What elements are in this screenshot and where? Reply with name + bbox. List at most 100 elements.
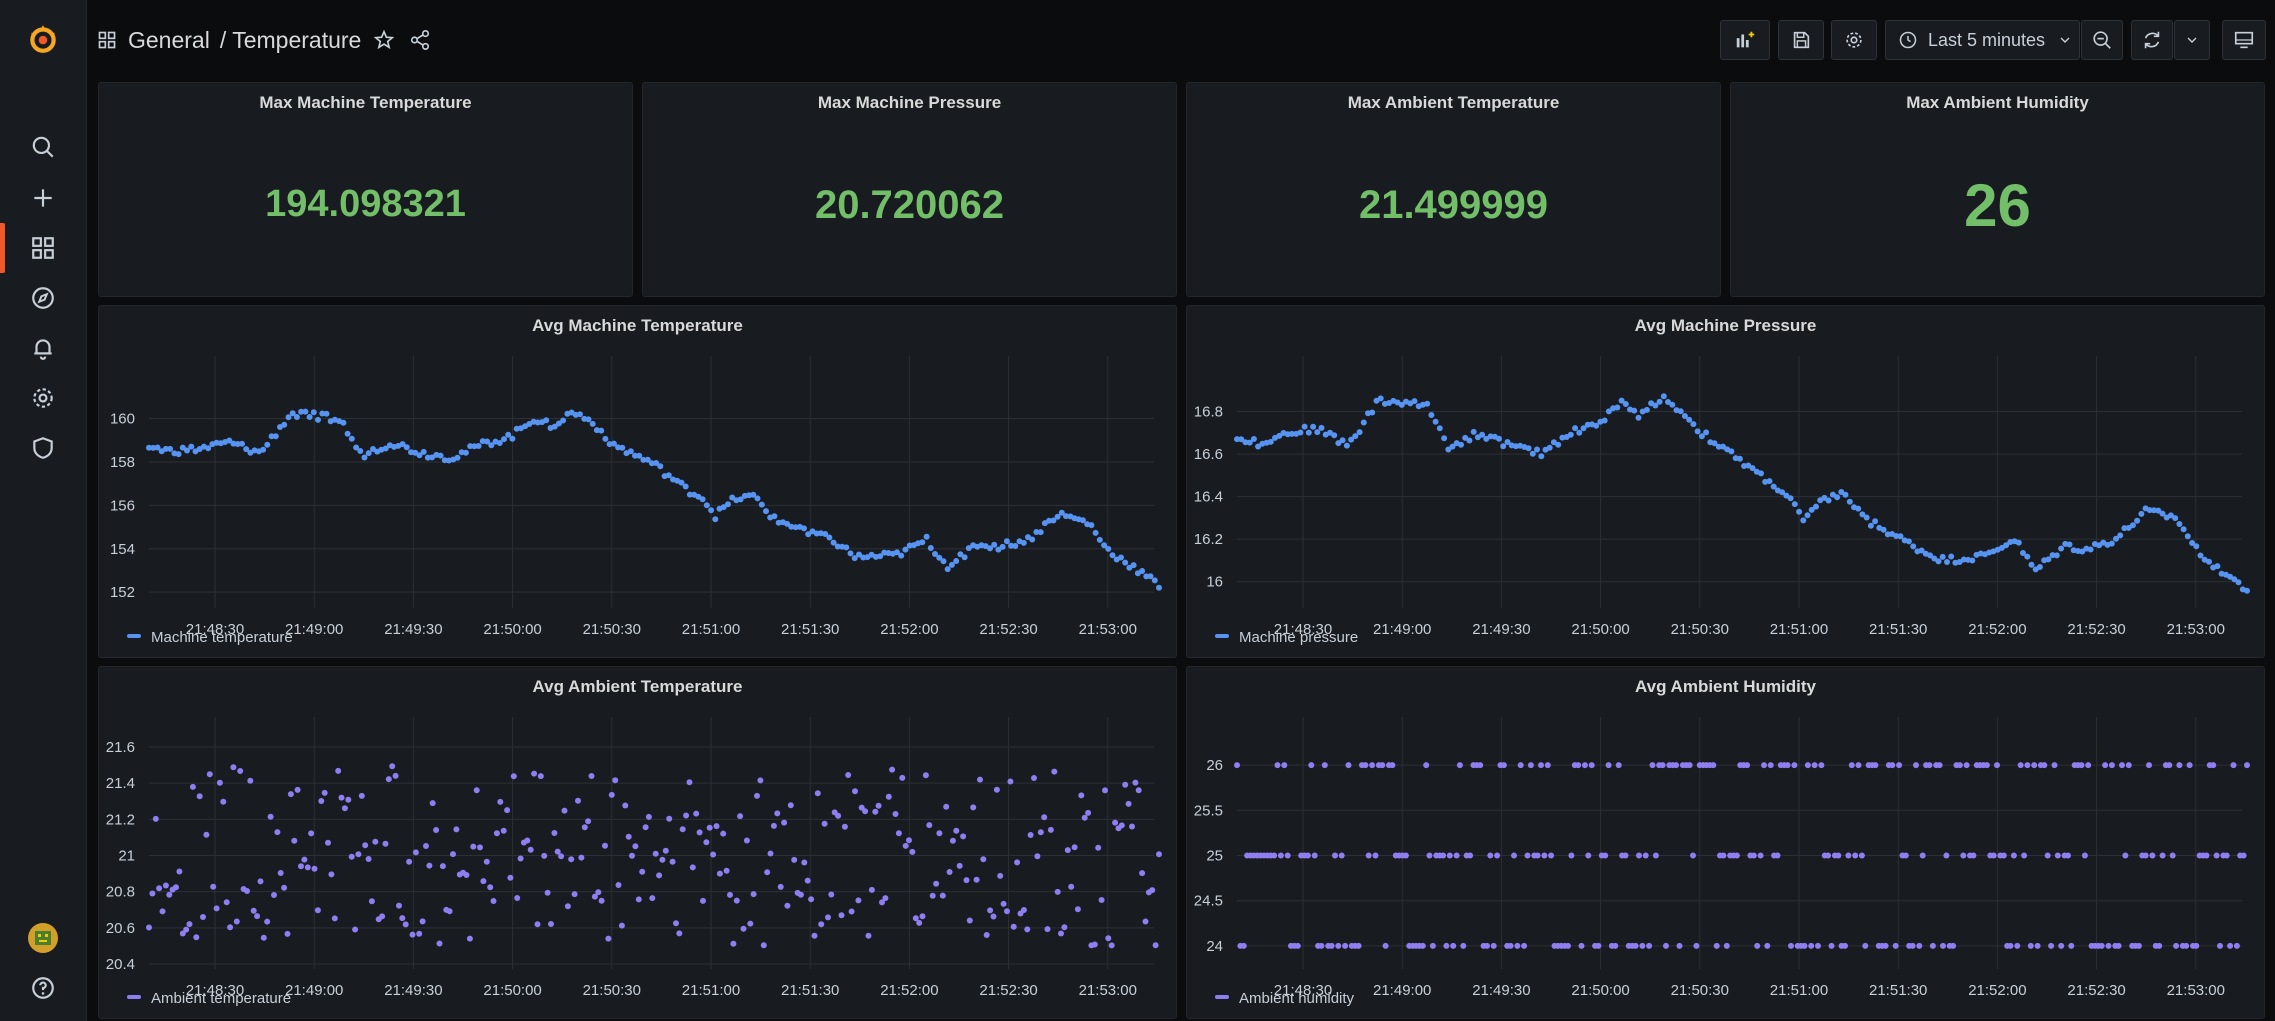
- panel-title: Max Machine Temperature: [259, 93, 472, 112]
- dashboard-title[interactable]: Temperature: [232, 27, 361, 54]
- data-point: [1602, 852, 1609, 859]
- data-point: [175, 451, 182, 458]
- data-point: [946, 869, 953, 875]
- x-tick-label: 21:52:00: [880, 982, 938, 999]
- data-point: [2051, 762, 2058, 769]
- search-icon[interactable]: [18, 122, 68, 172]
- data-point: [466, 935, 473, 942]
- data-point: [1362, 762, 1369, 769]
- tv-mode-button[interactable]: [2222, 20, 2266, 60]
- data-point: [1673, 762, 1680, 769]
- refresh-button[interactable]: [2131, 20, 2173, 60]
- data-point: [1135, 787, 1142, 794]
- data-point: [470, 843, 477, 850]
- data-point: [450, 851, 456, 858]
- timeseries-panel-avg-machine-pressure[interactable]: Avg Machine Pressure 16.8 16.6 16.4 16.2 16 2…: [1186, 305, 2265, 658]
- stat-panel-max-ambient-temperature[interactable]: Max Ambient Temperature 21.499999: [1186, 82, 1721, 297]
- chart-avg-ambient-temperature[interactable]: 21.621.421.22120.820.620.421:48:30 21:49:…: [99, 667, 1177, 1019]
- compass-icon[interactable]: [18, 273, 68, 323]
- data-point: [1088, 522, 1095, 529]
- breadcrumb-folder[interactable]: General: [128, 27, 210, 54]
- data-point: [585, 818, 592, 825]
- data-point: [1852, 852, 1859, 859]
- data-point: [804, 877, 811, 884]
- data-point: [277, 870, 284, 876]
- data-point: [1487, 852, 1494, 859]
- timeseries-panel-avg-ambient-temperature[interactable]: Avg Ambient Temperature 21.6 21.4 21.2 21 20…: [98, 666, 1177, 1019]
- data-point: [1677, 408, 1684, 415]
- data-point: [1693, 942, 1700, 949]
- data-point: [357, 448, 364, 454]
- legend-label: Ambient humidity: [1239, 990, 1355, 1007]
- x-tick-label: 21:50:30: [1671, 982, 1729, 999]
- chevron-down-icon: [2187, 37, 2197, 43]
- timeseries-panel-avg-ambient-humidity[interactable]: Avg Ambient Humidity 26 25.5 25 24.5 24 21:48…: [1186, 666, 2265, 1019]
- x-tick-label: 21:51:30: [1869, 982, 1927, 999]
- data-point: [708, 507, 715, 514]
- stat-panel-max-machine-temperature[interactable]: Max Machine Temperature 194.098321: [98, 82, 633, 297]
- chart-avg-ambient-humidity[interactable]: 2625.52524.52421:48:30 21:49:00 21:49:30 21…: [1187, 667, 2265, 1019]
- refresh-interval-dropdown[interactable]: [2174, 20, 2210, 60]
- plus-icon[interactable]: [18, 173, 68, 223]
- user-avatar[interactable]: [18, 913, 68, 963]
- y-tick-label: 21.4: [106, 775, 135, 792]
- time-range-picker[interactable]: Last 5 minutes: [1885, 20, 2080, 60]
- data-point: [770, 822, 777, 829]
- data-point: [287, 791, 294, 798]
- data-point: [1902, 852, 1909, 859]
- data-point: [645, 813, 652, 820]
- data-point: [2021, 852, 2028, 859]
- data-point: [462, 449, 469, 456]
- chart-avg-machine-temperature[interactable]: 16015815615415221:48:30 21:49:00 21:49:30 2…: [99, 306, 1177, 658]
- data-point: [882, 895, 889, 902]
- dashboard-settings-button[interactable]: [1831, 20, 1877, 60]
- share-icon[interactable]: [409, 29, 431, 51]
- stat-panel-max-ambient-humidity[interactable]: Max Ambient Humidity 26: [1730, 82, 2265, 297]
- data-point: [1855, 762, 1862, 769]
- dashboards-grid-icon[interactable]: [18, 223, 68, 273]
- data-point: [818, 921, 825, 928]
- save-dashboard-button[interactable]: [1778, 20, 1824, 60]
- data-point: [2045, 556, 2052, 563]
- data-point: [1240, 942, 1247, 949]
- stat-value: 26: [1964, 172, 2031, 239]
- question-icon[interactable]: [18, 963, 68, 1013]
- stat-panel-max-machine-pressure[interactable]: Max Machine Pressure 20.720062: [642, 82, 1177, 297]
- data-point: [656, 872, 663, 879]
- data-point: [1130, 562, 1137, 569]
- data-point: [627, 448, 634, 455]
- data-point: [2134, 517, 2141, 524]
- data-point: [2014, 942, 2021, 949]
- data-point: [1796, 508, 1803, 515]
- data-point: [1889, 762, 1896, 769]
- data-point: [308, 830, 315, 837]
- grafana-logo[interactable]: [18, 14, 68, 64]
- data-point: [777, 883, 784, 890]
- data-point: [293, 414, 300, 420]
- data-point: [250, 907, 257, 914]
- data-point: [1791, 762, 1798, 769]
- data-point: [399, 915, 406, 922]
- data-point: [585, 416, 592, 423]
- data-point: [1122, 781, 1129, 788]
- add-panel-button[interactable]: [1720, 20, 1770, 60]
- data-point: [382, 840, 389, 847]
- data-point: [1517, 762, 1524, 769]
- zoom-out-button[interactable]: [2081, 20, 2123, 60]
- chart-avg-machine-pressure[interactable]: 16.816.616.416.21621:48:30 21:49:00 21:49:…: [1187, 306, 2265, 658]
- data-point: [1588, 762, 1595, 769]
- data-point: [1058, 930, 1064, 937]
- data-point: [403, 444, 410, 451]
- timeseries-panel-avg-machine-temperature[interactable]: Avg Machine Temperature 160 158 156 154 152 2…: [98, 305, 1177, 658]
- data-point: [608, 791, 615, 798]
- data-point: [1848, 762, 1855, 769]
- data-point: [2180, 526, 2187, 533]
- bell-icon[interactable]: [18, 323, 68, 373]
- data-point: [560, 417, 567, 424]
- data-point: [1477, 762, 1484, 769]
- x-tick-label: 21:50:00: [483, 982, 541, 999]
- data-point: [1572, 425, 1579, 432]
- gear-icon[interactable]: [18, 373, 68, 423]
- shield-icon[interactable]: [18, 423, 68, 473]
- star-icon[interactable]: [373, 29, 395, 51]
